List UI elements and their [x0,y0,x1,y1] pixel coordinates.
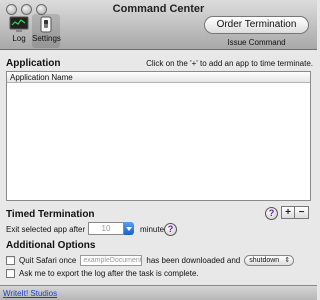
table-header-application-name[interactable]: Application Name [7,72,310,83]
application-table[interactable]: Application Name [6,71,311,201]
quit-safari-checkbox[interactable] [6,256,15,265]
add-app-button[interactable]: + [281,206,295,219]
log-monitor-icon [9,16,29,32]
toolbar-settings-label: Settings [32,34,61,43]
writeit-studios-link[interactable]: WriteIt! Studios [3,289,57,298]
timed-help-button[interactable]: ? [265,207,278,220]
title-bar: Command Center Log Settings Order Termin… [0,0,317,50]
toolbar-log-label: Log [12,34,26,43]
minutes-help-button[interactable]: ? [164,223,177,236]
quit-safari-option: Quit Safari once exampleDocument.p has b… [6,255,295,266]
order-termination-button[interactable]: Order Termination [204,16,309,34]
add-remove-controls: + − [281,206,309,219]
document-name-field[interactable]: exampleDocument.p [80,255,143,266]
action-select[interactable]: shutdown [244,255,295,266]
remove-app-button[interactable]: − [295,206,309,219]
bottom-bar: WriteIt! Studios [0,285,317,300]
minutes-dropdown-arrow-icon[interactable] [124,222,134,235]
application-hint: Click on the '+' to add an app to time t… [146,59,313,68]
toolbar-log-button[interactable]: Log [3,16,35,43]
export-log-option: Ask me to export the log after the task … [6,269,199,278]
minutes-input[interactable]: 10 [88,222,124,235]
quit-safari-label: Quit Safari once [19,256,77,265]
toolbar-settings-button[interactable]: Settings [32,14,61,48]
issue-command-label: Issue Command [227,38,286,47]
export-log-label: Ask me to export the log after the task … [19,269,199,278]
export-log-checkbox[interactable] [6,269,15,278]
downloaded-label: has been downloaded and [146,256,241,265]
application-section-title: Application [6,58,61,69]
exit-after-label: Exit selected app after [6,225,86,234]
additional-options-title: Additional Options [6,240,96,251]
settings-switch-icon [40,16,52,33]
timed-termination-title: Timed Termination [6,209,95,220]
